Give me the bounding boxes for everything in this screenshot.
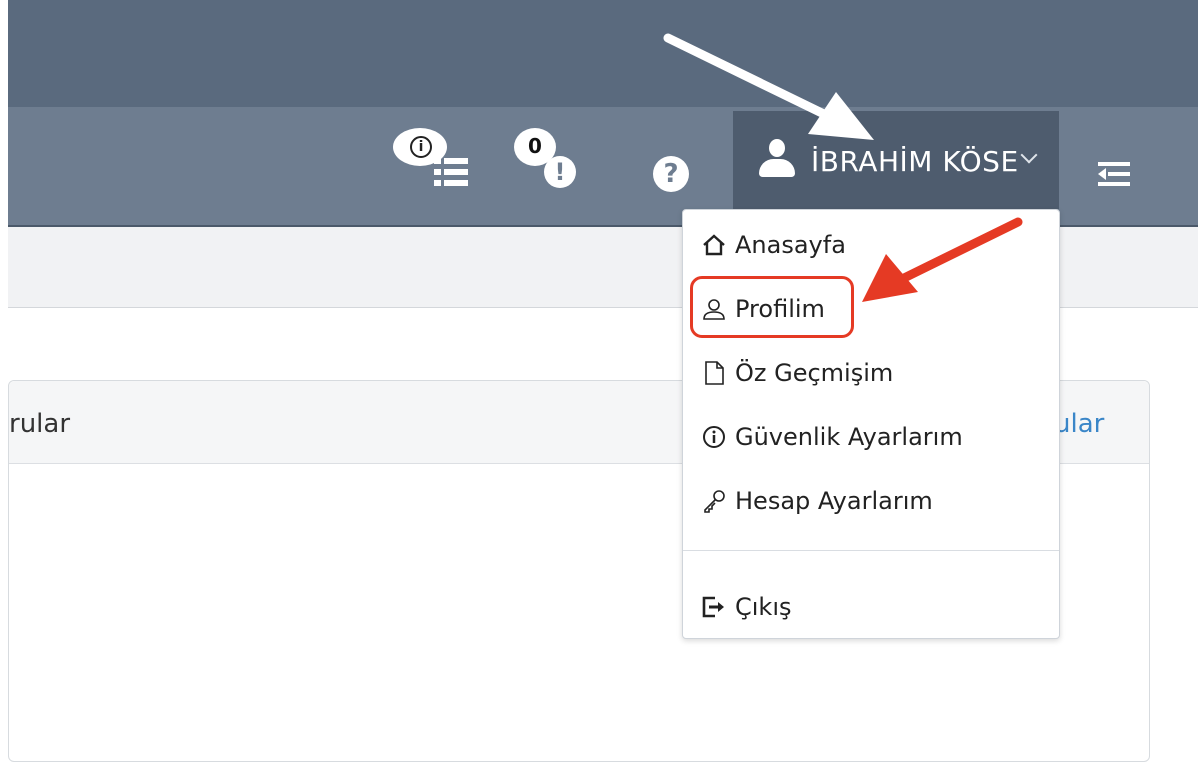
red-arrow xyxy=(862,217,1023,302)
white-arrow xyxy=(663,33,874,140)
annotation-arrows xyxy=(663,33,1023,302)
